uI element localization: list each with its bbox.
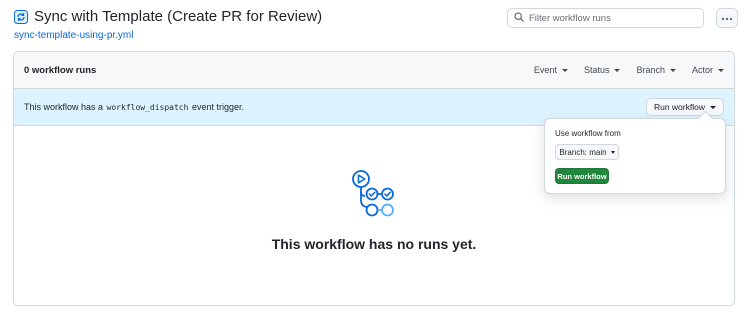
filter-status-dropdown[interactable]: Status bbox=[584, 65, 621, 75]
workflow-icon bbox=[14, 9, 28, 24]
branch-select-label: Branch: main bbox=[559, 147, 607, 157]
page-header: Sync with Template (Create PR for Review… bbox=[14, 8, 738, 42]
workflow-graph-icon bbox=[352, 170, 394, 217]
filter-runs-input[interactable] bbox=[529, 12, 699, 24]
filter-label: Status bbox=[583, 65, 610, 75]
filter-label: Actor bbox=[691, 65, 713, 75]
dispatch-message: This workflow has a workflow_dispatch ev… bbox=[24, 102, 646, 112]
filter-label: Event bbox=[533, 65, 557, 75]
filter-bar: Event Status Branch Actor bbox=[534, 65, 724, 75]
search-icon bbox=[514, 9, 524, 27]
run-workflow-submit-button[interactable]: Run workflow bbox=[555, 168, 609, 184]
runs-toolbar: 0 workflow runs Event Status Branch Acto… bbox=[14, 52, 734, 89]
filter-search-box[interactable] bbox=[507, 8, 704, 28]
chevron-down-icon bbox=[710, 105, 716, 109]
empty-state-title: This workflow has no runs yet. bbox=[271, 236, 477, 252]
run-workflow-label: Run workflow bbox=[653, 102, 705, 112]
more-options-button[interactable] bbox=[716, 8, 738, 28]
page-title: Sync with Template (Create PR for Review… bbox=[34, 8, 323, 25]
dispatch-text-after: event trigger. bbox=[191, 102, 244, 112]
workflow-file-link[interactable]: sync-template-using-pr.yml bbox=[14, 30, 738, 41]
filter-actor-dropdown[interactable]: Actor bbox=[692, 65, 724, 75]
chevron-down-icon bbox=[614, 68, 621, 72]
chevron-down-icon bbox=[610, 150, 615, 154]
filter-branch-dropdown[interactable]: Branch bbox=[636, 65, 676, 75]
use-workflow-from-label: Use workflow from bbox=[555, 129, 621, 138]
chevron-down-icon bbox=[669, 68, 676, 72]
filter-label: Branch bbox=[636, 65, 665, 75]
branch-select-button[interactable]: Branch: main bbox=[555, 144, 619, 160]
kebab-horizontal-icon bbox=[721, 12, 733, 24]
dispatch-trigger-code: workflow_dispatch bbox=[106, 103, 189, 112]
runs-count: 0 workflow runs bbox=[24, 64, 97, 76]
run-workflow-dropdown-button[interactable]: Run workflow bbox=[645, 98, 724, 116]
run-workflow-popover: Use workflow from Branch: main Run workf… bbox=[544, 118, 726, 194]
chevron-down-icon bbox=[718, 68, 724, 72]
filter-event-dropdown[interactable]: Event bbox=[534, 65, 568, 75]
chevron-down-icon bbox=[561, 68, 568, 72]
dispatch-text-before: This workflow has a bbox=[24, 102, 104, 112]
